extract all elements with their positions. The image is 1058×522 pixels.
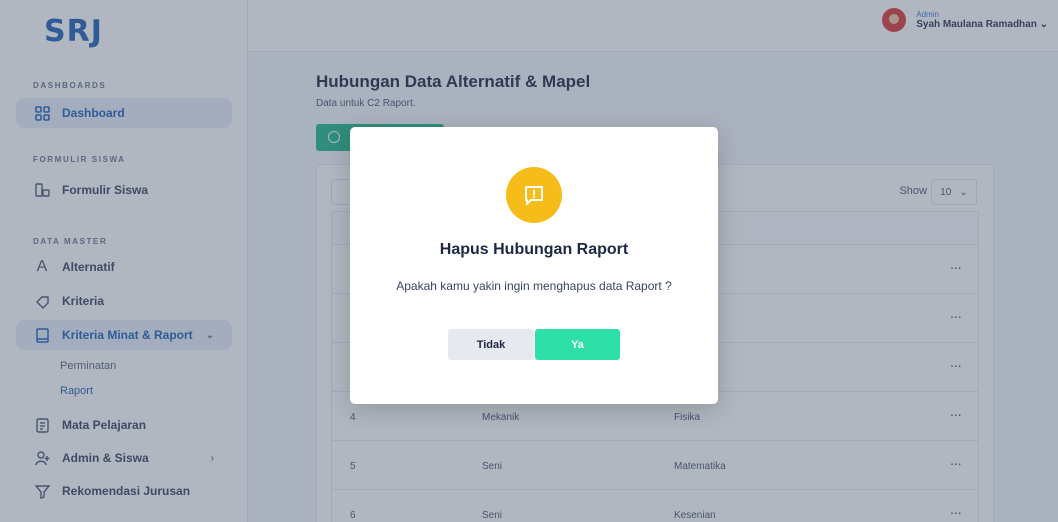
confirm-delete-dialog: Hapus Hubungan Raport Apakah kamu yakin … bbox=[350, 127, 718, 404]
alert-message-icon bbox=[506, 167, 562, 223]
confirm-button[interactable]: Ya bbox=[535, 329, 620, 360]
dialog-title: Hapus Hubungan Raport bbox=[439, 241, 629, 258]
dialog-message: Apakah kamu yakin ingin menghapus data R… bbox=[396, 279, 672, 293]
cancel-button[interactable]: Tidak bbox=[448, 329, 534, 360]
